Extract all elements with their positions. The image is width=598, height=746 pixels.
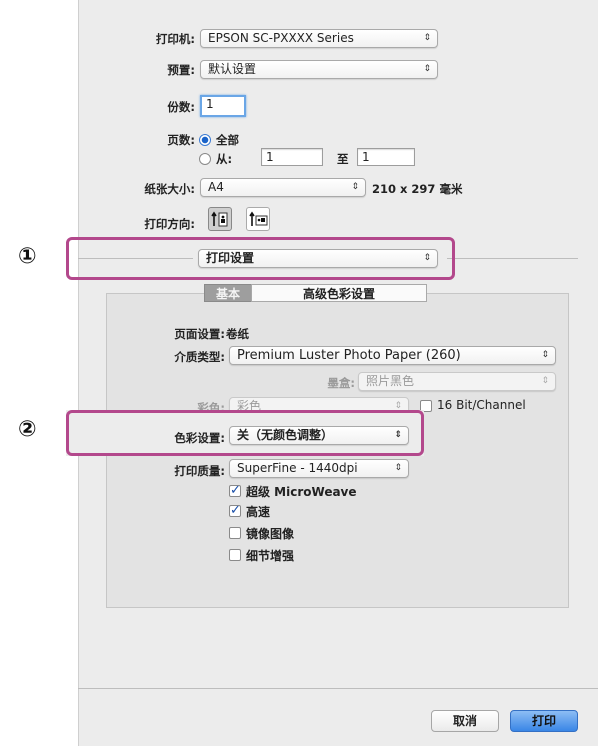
updown-arrows-icon: ⇕ xyxy=(541,350,549,360)
print-button[interactable]: 打印 xyxy=(510,710,578,732)
pages-from-field[interactable]: 1 xyxy=(261,148,323,166)
pages-all-label: 全部 xyxy=(216,133,239,147)
printer-label: 打印机: xyxy=(155,32,195,46)
media-type-label: 介质类型: xyxy=(174,350,225,364)
microweave-checkbox[interactable]: ✓ xyxy=(229,484,241,497)
media-type-value: Premium Luster Photo Paper (260) xyxy=(237,348,461,363)
print-quality-select[interactable]: SuperFine - 1440dpi ⇕ xyxy=(229,459,409,478)
pages-label: 页数: xyxy=(167,133,195,147)
print-quality-label: 打印质量: xyxy=(174,464,225,478)
updown-arrows-icon: ⇕ xyxy=(351,182,359,192)
landscape-orientation-button[interactable] xyxy=(246,207,270,231)
portrait-orientation-icon xyxy=(211,211,228,227)
bottom-separator xyxy=(78,688,598,689)
pages-to-label: 至 xyxy=(337,152,349,166)
presets-select[interactable]: 默认设置 ⇕ xyxy=(200,60,438,79)
high-speed-label: 高速 xyxy=(246,505,271,519)
ink-label: 墨盒: xyxy=(327,376,355,390)
mirror-image-label: 镜像图像 xyxy=(246,527,295,541)
updown-arrows-icon: ⇕ xyxy=(541,376,549,386)
portrait-orientation-button[interactable] xyxy=(208,207,232,231)
detail-enhance-checkbox[interactable] xyxy=(229,549,241,561)
page-setup-value: 卷纸 xyxy=(226,327,249,341)
pages-from-label: 从: xyxy=(216,152,233,166)
16bit-label: 16 Bit/Channel xyxy=(437,398,526,412)
paper-size-value: A4 xyxy=(208,180,224,194)
separator-line xyxy=(447,258,578,259)
ink-select[interactable]: 照片黑色 ⇕ xyxy=(358,372,556,391)
pages-all-radio[interactable] xyxy=(199,134,211,146)
pages-from-radio[interactable] xyxy=(199,153,211,165)
callout-number-2: ② xyxy=(18,417,37,442)
landscape-orientation-icon xyxy=(249,211,268,226)
ink-value: 照片黑色 xyxy=(366,374,415,388)
printer-select[interactable]: EPSON SC-PXXXX Series ⇕ xyxy=(200,29,438,48)
paper-size-select[interactable]: A4 ⇕ xyxy=(200,178,366,197)
mirror-image-checkbox[interactable] xyxy=(229,527,241,539)
pages-to-field[interactable]: 1 xyxy=(357,148,415,166)
callout-number-1: ① xyxy=(18,244,37,269)
callout-highlight-1 xyxy=(66,237,455,280)
updown-arrows-icon: ⇕ xyxy=(423,64,431,74)
updown-arrows-icon: ⇕ xyxy=(423,33,431,43)
tab-basic[interactable]: 基本 xyxy=(204,284,252,302)
callout-highlight-2 xyxy=(66,410,424,456)
microweave-label: 超级 MicroWeave xyxy=(246,485,357,499)
presets-value: 默认设置 xyxy=(208,62,257,76)
copies-field[interactable]: 1 xyxy=(200,95,246,117)
print-quality-value: SuperFine - 1440dpi xyxy=(237,461,358,475)
high-speed-checkbox[interactable]: ✓ xyxy=(229,504,241,517)
cancel-button[interactable]: 取消 xyxy=(431,710,499,732)
media-type-select[interactable]: Premium Luster Photo Paper (260) ⇕ xyxy=(229,346,556,365)
detail-enhance-label: 细节增强 xyxy=(246,549,295,563)
paper-dimensions: 210 x 297 毫米 xyxy=(372,182,463,196)
orientation-label: 打印方向: xyxy=(144,217,195,231)
page-setup-label: 页面设置: xyxy=(174,327,225,341)
updown-arrows-icon: ⇕ xyxy=(394,463,402,473)
tab-advanced-color[interactable]: 高级色彩设置 xyxy=(251,284,427,302)
presets-label: 预置: xyxy=(167,63,195,77)
paper-size-label: 纸张大小: xyxy=(144,182,195,196)
printer-value: EPSON SC-PXXXX Series xyxy=(208,31,354,45)
copies-label: 份数: xyxy=(167,100,195,114)
